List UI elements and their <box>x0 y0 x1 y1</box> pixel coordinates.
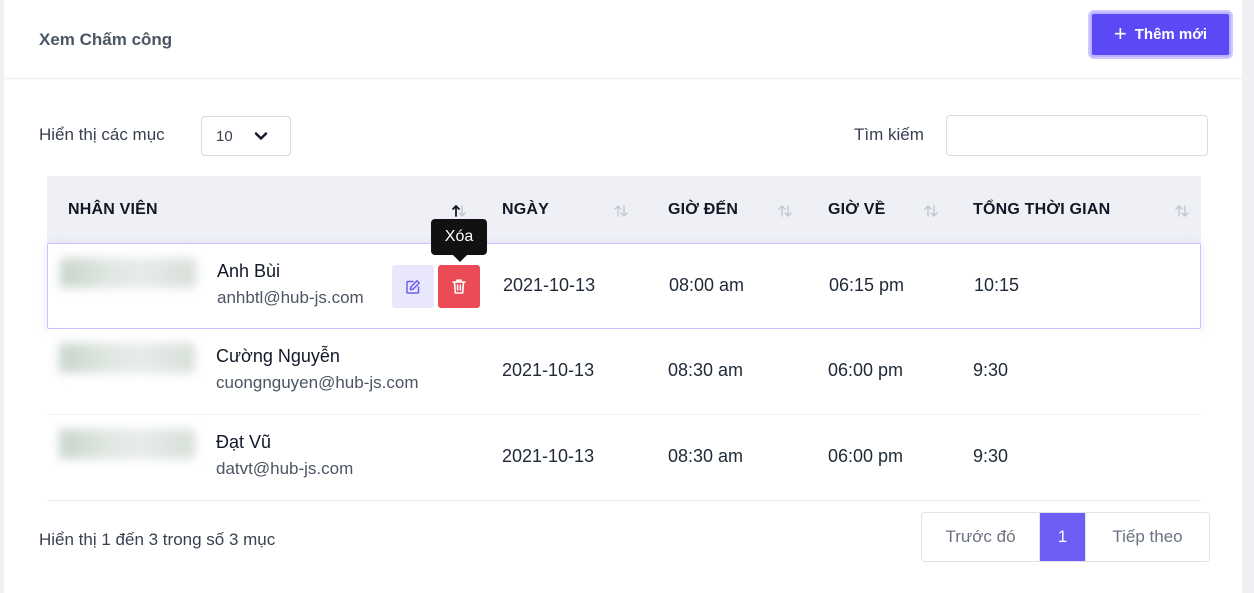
cell-total-time: 9:30 <box>973 360 1009 380</box>
employee-email: anhbtl@hub-js.com <box>217 288 364 307</box>
sort-active-icon[interactable] <box>451 203 467 219</box>
edit-button[interactable] <box>392 265 434 308</box>
cell-time-in: 08:30 am <box>668 446 744 466</box>
cell-time-out: 06:00 pm <box>828 360 904 380</box>
entries-select[interactable]: 10 <box>201 116 291 156</box>
cell-time-out: 06:00 pm <box>828 446 904 466</box>
col-time-in[interactable]: GIỜ ĐẾN <box>668 176 738 243</box>
avatar <box>60 258 196 288</box>
attendance-card: Xem Chấm công + Thêm mới Hiển thị các mụ… <box>4 0 1242 593</box>
scrollbar-track <box>1242 0 1254 593</box>
next-page-button[interactable]: Tiếp theo <box>1085 513 1209 561</box>
prev-page-button[interactable]: Trước đó <box>922 513 1040 561</box>
employee-name: Đạt Vũ <box>216 432 272 452</box>
cell-total-time: 9:30 <box>973 446 1009 466</box>
table-row[interactable]: Anh Bùi anhbtl@hub-js.com 2021-10-13 08:… <box>47 243 1201 329</box>
sort-icon[interactable] <box>777 203 793 219</box>
cell-time-in: 08:00 am <box>669 275 745 295</box>
sort-icon[interactable] <box>1174 203 1190 219</box>
employee-name: Cường Nguyễn <box>216 346 340 366</box>
delete-button[interactable] <box>438 265 480 308</box>
cell-date: 2021-10-13 <box>502 360 595 380</box>
cell-time-out: 06:15 pm <box>829 275 905 295</box>
plus-icon: + <box>1113 20 1127 46</box>
avatar <box>59 343 195 373</box>
cell-date: 2021-10-13 <box>502 446 595 466</box>
table-row[interactable]: Cường Nguyễn cuongnguyen@hub-js.com 2021… <box>47 329 1201 415</box>
sort-icon[interactable] <box>923 203 939 219</box>
col-total-time[interactable]: TỔNG THỜI GIAN <box>973 176 1110 243</box>
search-label: Tìm kiếm <box>854 125 924 144</box>
cell-time-in: 08:30 am <box>668 360 744 380</box>
avatar <box>59 429 195 459</box>
table-header: NHÂN VIÊN NGÀY GIỜ ĐẾN GIỜ VỀ TỔNG THỜI … <box>47 176 1201 243</box>
add-new-label: Thêm mới <box>1134 26 1208 43</box>
table-row[interactable]: Đạt Vũ datvt@hub-js.com 2021-10-13 08:30… <box>47 415 1201 501</box>
employee-email: datvt@hub-js.com <box>216 459 354 478</box>
page-1-button[interactable]: 1 <box>1040 513 1085 561</box>
cell-date: 2021-10-13 <box>503 275 596 295</box>
trash-icon <box>452 279 466 294</box>
chevron-down-icon <box>254 132 268 140</box>
employee-email: cuongnguyen@hub-js.com <box>216 373 419 392</box>
pagination: Trước đó 1 Tiếp theo <box>921 512 1210 562</box>
col-employee[interactable]: NHÂN VIÊN <box>68 176 158 243</box>
page-title: Xem Chấm công <box>39 30 173 49</box>
add-new-button[interactable]: + Thêm mới <box>1090 12 1231 57</box>
cell-total-time: 10:15 <box>974 275 1020 295</box>
edit-icon <box>406 279 420 294</box>
employee-name: Anh Bùi <box>217 261 281 281</box>
search-input[interactable] <box>946 115 1208 156</box>
col-date[interactable]: NGÀY <box>502 176 549 243</box>
delete-tooltip: Xóa <box>431 219 487 262</box>
col-time-out[interactable]: GIỜ VỀ <box>828 176 886 243</box>
sort-icon[interactable] <box>613 203 629 219</box>
entries-value: 10 <box>216 127 233 145</box>
card-header: Xem Chấm công + Thêm mới <box>4 0 1242 79</box>
pagination-info: Hiển thị 1 đến 3 trong số 3 mục <box>39 530 276 549</box>
entries-label: Hiển thị các mục <box>39 125 165 144</box>
